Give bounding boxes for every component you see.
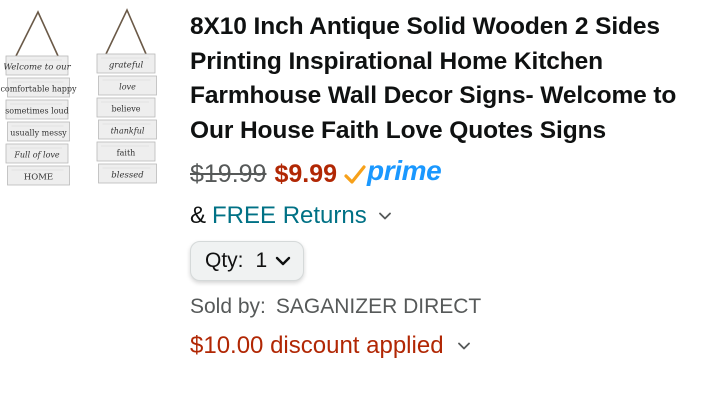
product-image[interactable]: Welcome to our comfortable happy sometimes… (0, 0, 180, 200)
seller-name: SAGANIZER DIRECT (275, 295, 482, 318)
quantity-value: 1 (255, 249, 268, 272)
sale-price: $9.99 (274, 159, 338, 188)
sign-plank-text: believe (112, 105, 141, 114)
sign-plank-text: HOME (24, 173, 53, 183)
discount-text: $10.00 discount applied (190, 332, 444, 359)
sign-left-image: Welcome to our comfortable happy sometimes… (0, 10, 77, 186)
sign-plank-text: Full of love (13, 151, 60, 160)
list-price: $19.99 (190, 159, 267, 188)
product-info: 8X10 Inch Antique Solid Wooden 2 Sides P… (190, 10, 710, 366)
sign-plank-text: love (119, 83, 136, 92)
sign-plank-text: thankful (111, 127, 145, 136)
sign-right-image: grateful love believe thankful faith blessed (96, 8, 157, 184)
sign-plank-text: Welcome to our (3, 63, 71, 73)
returns-prefix: & (190, 202, 207, 229)
discount-row[interactable]: $10.00 discount applied (190, 326, 710, 366)
product-title[interactable]: 8X10 Inch Antique Solid Wooden 2 Sides P… (190, 10, 710, 148)
returns-row: & FREE Returns (190, 196, 710, 236)
quantity-dropdown[interactable]: Qty: 1 (190, 241, 305, 281)
chevron-down-icon[interactable] (378, 210, 391, 222)
seller-row: Sold by: SAGANIZER DIRECT (190, 288, 710, 326)
checkmark-icon (344, 165, 366, 184)
sign-plank-text: usually messy (10, 129, 67, 138)
sign-plank-text: blessed (111, 171, 144, 181)
sold-by-label: Sold by: (190, 295, 266, 318)
quantity-row: Qty: 1 (190, 238, 710, 284)
price-row: $19.99 $9.99 prime (190, 154, 710, 194)
chevron-down-icon (276, 256, 291, 266)
sign-plank-text: faith (117, 149, 136, 158)
sign-plank-text: grateful (109, 61, 144, 71)
prime-badge: prime (343, 155, 442, 191)
sign-plank-text: sometimes loud (5, 107, 69, 116)
free-returns-link[interactable]: FREE Returns (212, 202, 367, 230)
quantity-label: Qty: (205, 249, 244, 272)
chevron-down-icon[interactable] (457, 341, 470, 351)
sign-plank-text: comfortable happy (0, 85, 77, 94)
prime-label: prime (367, 155, 442, 186)
